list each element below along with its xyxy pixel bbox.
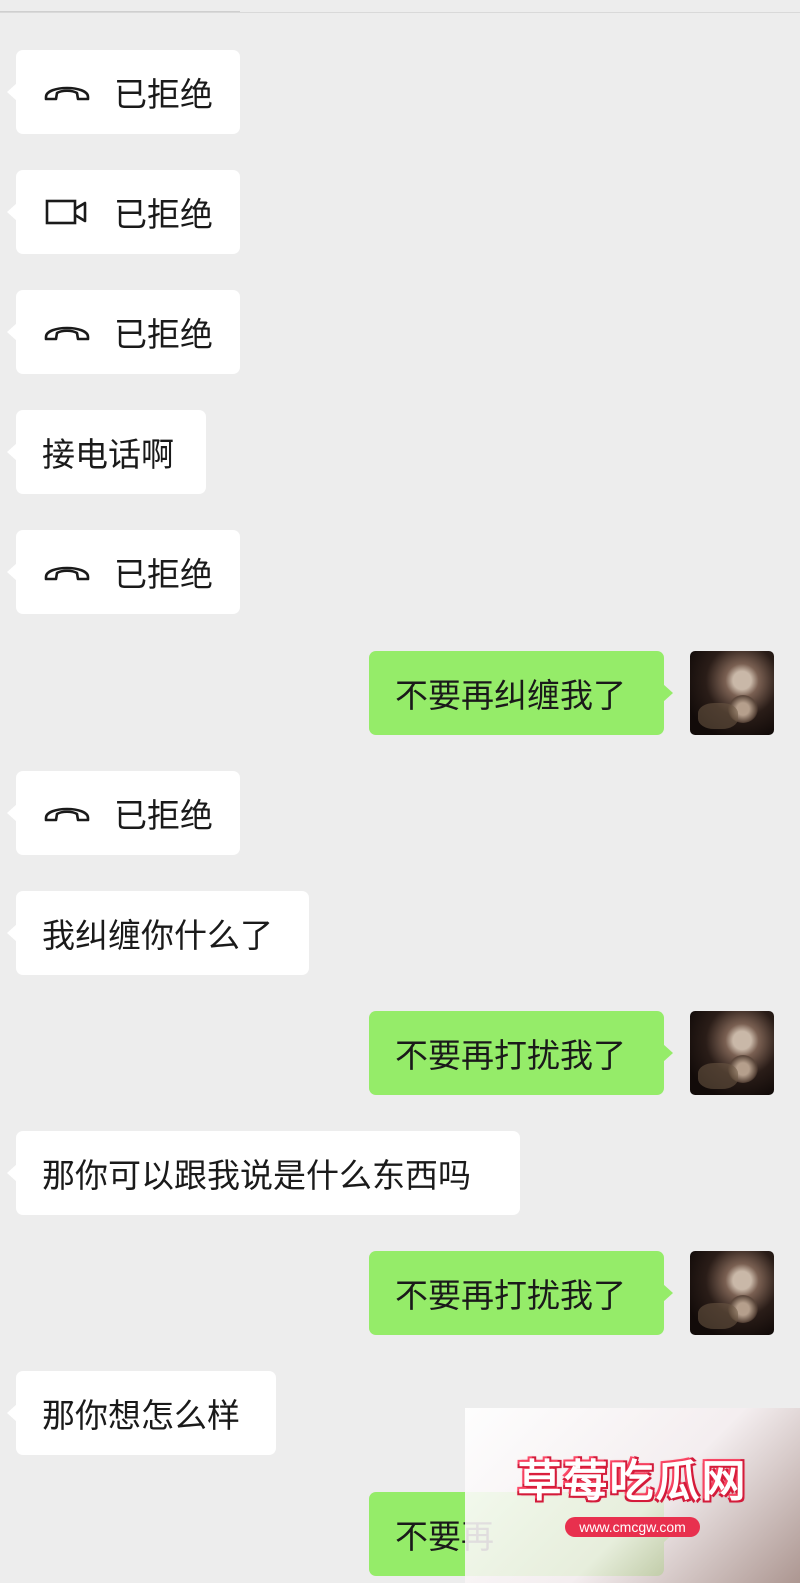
call-status-text: 已拒绝 — [114, 195, 213, 234]
phone-hangup-icon — [44, 807, 90, 822]
message-text: 不要再打扰我了 — [395, 1036, 626, 1075]
avatar[interactable] — [690, 1011, 774, 1095]
call-status-text: 已拒绝 — [114, 75, 213, 114]
avatar[interactable] — [690, 651, 774, 735]
top-divider — [0, 12, 800, 13]
site-watermark: 草莓吃瓜网 www.cmcgw.com — [465, 1408, 800, 1583]
call-bubble[interactable]: 已拒绝 — [7, 290, 240, 374]
text-bubble[interactable]: 不要再纠缠我了 — [369, 651, 673, 735]
watermark-logo-text: 草莓吃瓜网 — [517, 1455, 748, 1507]
phone-hangup-icon — [44, 86, 90, 101]
text-bubble[interactable]: 那你可以跟我说是什么东西吗 — [7, 1131, 520, 1215]
call-bubble[interactable]: 已拒绝 — [7, 530, 240, 614]
avatar[interactable] — [690, 1251, 774, 1335]
call-status-text: 已拒绝 — [114, 555, 213, 594]
message-text: 那你想怎么样 — [42, 1396, 240, 1435]
text-bubble[interactable]: 不要再打扰我了 — [369, 1011, 673, 1095]
call-bubble[interactable]: 已拒绝 — [7, 771, 240, 855]
phone-hangup-icon — [44, 326, 90, 341]
message-text: 不要再纠缠我了 — [395, 676, 626, 715]
message-text: 我纠缠你什么了 — [42, 916, 273, 955]
call-status-text: 已拒绝 — [114, 796, 213, 835]
text-bubble[interactable]: 不要再打扰我了 — [369, 1251, 673, 1335]
message-text: 那你可以跟我说是什么东西吗 — [42, 1156, 471, 1195]
message-text: 接电话啊 — [42, 435, 174, 474]
phone-hangup-icon — [44, 566, 90, 581]
message-text: 不要再打扰我了 — [395, 1276, 626, 1315]
video-camera-icon — [45, 199, 87, 225]
watermark-url: www.cmcgw.com — [565, 1516, 700, 1537]
call-status-text: 已拒绝 — [114, 315, 213, 354]
video-call-bubble[interactable]: 已拒绝 — [7, 170, 240, 254]
text-bubble[interactable]: 我纠缠你什么了 — [7, 891, 309, 975]
text-bubble[interactable]: 那你想怎么样 — [7, 1371, 276, 1455]
call-bubble[interactable]: 已拒绝 — [7, 50, 240, 134]
text-bubble[interactable]: 接电话啊 — [7, 410, 206, 494]
